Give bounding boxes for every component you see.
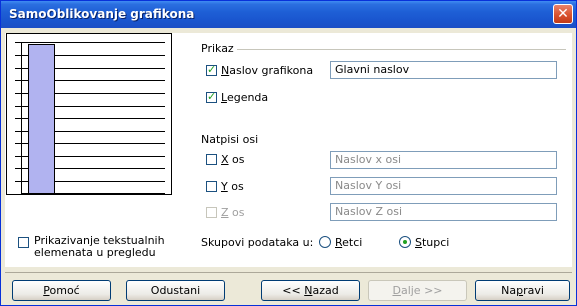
x-axis-checkbox[interactable] bbox=[206, 154, 217, 165]
button-bar-separator bbox=[5, 272, 572, 273]
window-title: SamoOblikovanje grafikona bbox=[9, 7, 195, 21]
preview-tick bbox=[15, 118, 21, 119]
show-text-label-line2: elemenata u pregledu bbox=[34, 246, 156, 259]
cancel-button[interactable]: Odustani bbox=[126, 280, 225, 301]
preview-tick bbox=[15, 106, 21, 107]
show-text-in-preview-label[interactable]: Prikazivanje tekstualnih elemenata u pre… bbox=[34, 235, 165, 259]
back-button[interactable]: << Nazad bbox=[261, 280, 360, 301]
chart-preview bbox=[6, 33, 172, 195]
axis-labels-section-label: Natpisi osi bbox=[201, 133, 259, 146]
preview-tick bbox=[15, 181, 21, 182]
preview-tick bbox=[15, 42, 21, 43]
preview-tick bbox=[15, 168, 21, 169]
next-button: Dalje >> bbox=[368, 280, 467, 301]
data-in-columns-radio[interactable] bbox=[399, 236, 411, 248]
z-axis-checkbox bbox=[206, 207, 217, 218]
close-icon[interactable]: ✕ bbox=[553, 4, 573, 24]
data-in-rows-label[interactable]: Retci bbox=[335, 236, 362, 249]
display-section-divider bbox=[237, 49, 566, 50]
help-button[interactable]: Pomoć bbox=[12, 280, 111, 301]
y-axis-title-input[interactable]: Naslov Y osi bbox=[330, 177, 557, 195]
title-bar[interactable]: SamoOblikovanje grafikona ✕ bbox=[1, 1, 576, 28]
y-axis-label[interactable]: Y os bbox=[221, 180, 244, 193]
preview-tick bbox=[15, 80, 21, 81]
preview-tick bbox=[15, 143, 21, 144]
preview-tick bbox=[15, 55, 21, 56]
x-axis-title-input[interactable]: Naslov x osi bbox=[330, 151, 557, 169]
data-in-rows-radio[interactable] bbox=[319, 236, 331, 248]
show-text-in-preview-checkbox[interactable] bbox=[18, 237, 29, 248]
chart-autoformat-dialog: SamoOblikovanje grafikona ✕ Prikazivanje… bbox=[0, 0, 577, 306]
data-series-label: Skupovi podataka u: bbox=[201, 236, 314, 249]
data-in-columns-label[interactable]: Stupci bbox=[415, 236, 449, 249]
finish-button[interactable]: Napravi bbox=[475, 280, 570, 301]
preview-tick bbox=[15, 93, 21, 94]
z-axis-label: Z os bbox=[221, 206, 245, 219]
chart-title-checkbox[interactable] bbox=[206, 63, 217, 76]
preview-tick bbox=[15, 131, 21, 132]
x-axis-label[interactable]: X os bbox=[221, 153, 245, 166]
legend-checkbox[interactable] bbox=[206, 90, 217, 103]
preview-tick bbox=[15, 156, 21, 157]
y-axis-checkbox[interactable] bbox=[206, 181, 217, 192]
display-section-label: Prikaz bbox=[201, 42, 234, 55]
z-axis-title-input: Naslov Z osi bbox=[330, 203, 557, 221]
legend-label[interactable]: Legenda bbox=[221, 91, 268, 104]
chart-title-label[interactable]: Naslov grafikona bbox=[221, 64, 313, 77]
preview-tick bbox=[15, 68, 21, 69]
preview-bar bbox=[28, 44, 55, 194]
chart-title-input[interactable]: Glavni naslov bbox=[330, 61, 557, 79]
preview-gridline bbox=[21, 42, 165, 43]
